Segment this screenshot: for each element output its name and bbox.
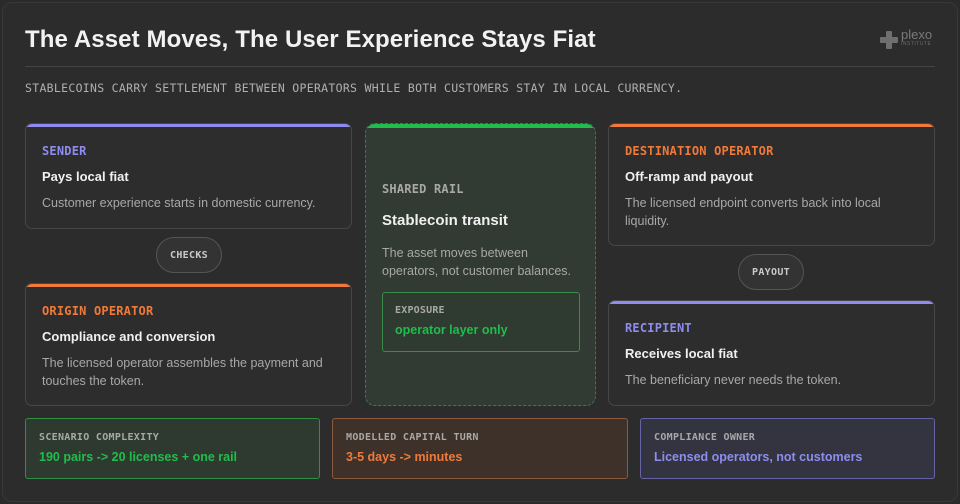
shared-rail-card: SHARED RAIL Stablecoin transit The asset…: [365, 123, 596, 406]
destination-accent-bar: [609, 124, 934, 127]
stat-value: Licensed operators, not customers: [654, 450, 863, 464]
brand-logo: plexo INSTITUTE: [880, 28, 932, 49]
exposure-label: EXPOSURE: [395, 305, 445, 316]
origin-accent-bar: [26, 284, 351, 287]
sender-heading: Pays local fiat: [42, 169, 129, 184]
plus-logo-icon: [880, 31, 898, 49]
sender-card: SENDER Pays local fiat Customer experien…: [25, 123, 352, 229]
recipient-body: The beneficiary never needs the token.: [625, 373, 842, 387]
recipient-card: RECIPIENT Receives local fiat The benefi…: [608, 300, 935, 406]
sender-accent-bar: [26, 124, 351, 127]
logo-sub: INSTITUTE: [901, 41, 932, 47]
stat-value: 190 pairs -> 20 licenses + one rail: [39, 450, 238, 464]
destination-heading: Off-ramp and payout: [625, 169, 753, 184]
rail-heading: Stablecoin transit: [382, 212, 508, 229]
stat-capital-turn: MODELLED CAPITAL TURN 3-5 days -> minute…: [332, 418, 628, 479]
recipient-heading: Receives local fiat: [625, 346, 738, 361]
stat-label: COMPLIANCE OWNER: [654, 432, 756, 443]
payout-pill: PAYOUT: [738, 254, 804, 290]
stat-scenario-complexity: SCENARIO COMPLEXITY 190 pairs -> 20 lice…: [25, 418, 320, 479]
stat-compliance-owner: COMPLIANCE OWNER Licensed operators, not…: [640, 418, 935, 479]
recipient-kicker: RECIPIENT: [625, 321, 692, 335]
rail-body: The asset moves between operators, not c…: [382, 246, 571, 278]
destination-body: The licensed endpoint converts back into…: [625, 196, 881, 228]
sender-kicker: SENDER: [42, 144, 87, 158]
logo-name: plexo: [901, 27, 933, 42]
rail-kicker: SHARED RAIL: [382, 182, 464, 196]
exposure-value: operator layer only: [395, 323, 508, 337]
sender-body: Customer experience starts in domestic c…: [42, 196, 316, 210]
page-subtitle: STABLECOINS CARRY SETTLEMENT BETWEEN OPE…: [25, 81, 683, 95]
stat-label: MODELLED CAPITAL TURN: [346, 432, 479, 443]
header-divider: [25, 66, 935, 67]
recipient-accent-bar: [609, 301, 934, 304]
rail-accent-bar: [366, 124, 595, 128]
destination-operator-card: DESTINATION OPERATOR Off-ramp and payout…: [608, 123, 935, 246]
stat-value: 3-5 days -> minutes: [346, 450, 463, 464]
origin-body: The licensed operator assembles the paym…: [42, 356, 323, 388]
destination-kicker: DESTINATION OPERATOR: [625, 144, 774, 158]
checks-pill: CHECKS: [156, 237, 222, 273]
origin-operator-card: ORIGIN OPERATOR Compliance and conversio…: [25, 283, 352, 406]
page-title: The Asset Moves, The User Experience Sta…: [25, 26, 596, 53]
origin-heading: Compliance and conversion: [42, 329, 216, 344]
exposure-box: EXPOSURE operator layer only: [382, 292, 580, 352]
origin-kicker: ORIGIN OPERATOR: [42, 304, 154, 318]
stat-label: SCENARIO COMPLEXITY: [39, 432, 160, 443]
